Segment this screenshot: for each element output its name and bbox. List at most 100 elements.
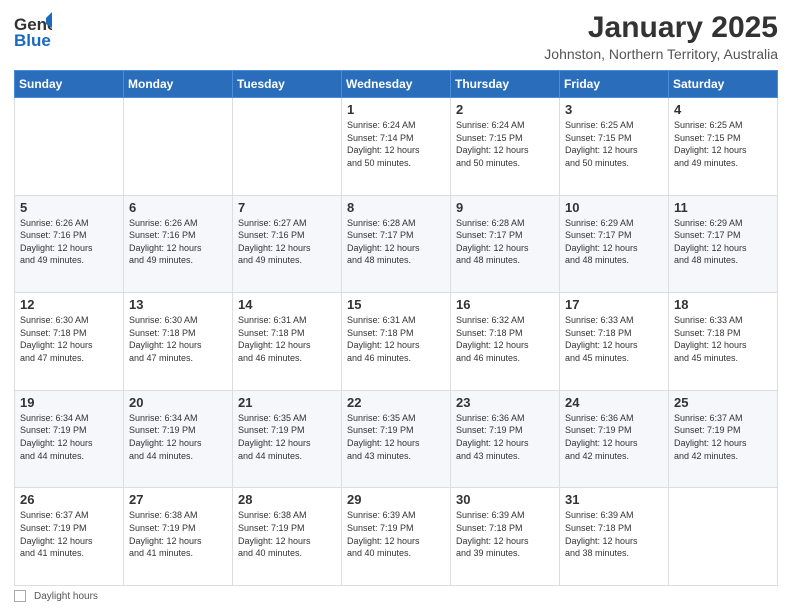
- calendar-cell: [15, 98, 124, 196]
- calendar-cell: 13 Sunrise: 6:30 AM Sunset: 7:18 PM Dayli…: [124, 293, 233, 391]
- calendar-cell: 8 Sunrise: 6:28 AM Sunset: 7:17 PM Daylig…: [342, 195, 451, 293]
- day-number: 5: [20, 200, 118, 215]
- calendar-cell: 25 Sunrise: 6:37 AM Sunset: 7:19 PM Dayli…: [669, 390, 778, 488]
- location-subtitle: Johnston, Northern Territory, Australia: [544, 46, 778, 62]
- day-info: Sunrise: 6:38 AM Sunset: 7:19 PM Dayligh…: [238, 509, 336, 559]
- weekday-header-monday: Monday: [124, 71, 233, 98]
- calendar-cell: 20 Sunrise: 6:34 AM Sunset: 7:19 PM Dayli…: [124, 390, 233, 488]
- calendar-cell: 2Sunrise: 6:24 AM Sunset: 7:15 PM Daylig…: [451, 98, 560, 196]
- page: General Blue January 2025 Johnston, Nort…: [0, 0, 792, 612]
- day-info: Sunrise: 6:28 AM Sunset: 7:17 PM Dayligh…: [456, 217, 554, 267]
- calendar-cell: 29Sunrise: 6:39 AM Sunset: 7:19 PM Dayli…: [342, 488, 451, 586]
- calendar-week-5: 26Sunrise: 6:37 AM Sunset: 7:19 PM Dayli…: [15, 488, 778, 586]
- day-number: 25: [674, 395, 772, 410]
- day-info: Sunrise: 6:31 AM Sunset: 7:18 PM Dayligh…: [347, 314, 445, 364]
- weekday-header-tuesday: Tuesday: [233, 71, 342, 98]
- day-info: Sunrise: 6:35 AM Sunset: 7:19 PM Dayligh…: [238, 412, 336, 462]
- calendar-cell: [233, 98, 342, 196]
- calendar-cell: 28 Sunrise: 6:38 AM Sunset: 7:19 PM Dayli…: [233, 488, 342, 586]
- calendar-cell: 7 Sunrise: 6:27 AM Sunset: 7:16 PM Daylig…: [233, 195, 342, 293]
- day-info: Sunrise: 6:34 AM Sunset: 7:19 PM Dayligh…: [129, 412, 227, 462]
- calendar-cell: 19Sunrise: 6:34 AM Sunset: 7:19 PM Dayli…: [15, 390, 124, 488]
- day-info: Sunrise: 6:24 AM Sunset: 7:14 PM Dayligh…: [347, 119, 445, 169]
- day-number: 15: [347, 297, 445, 312]
- day-info: Sunrise: 6:30 AM Sunset: 7:18 PM Dayligh…: [129, 314, 227, 364]
- day-number: 7: [238, 200, 336, 215]
- day-number: 14: [238, 297, 336, 312]
- day-info: Sunrise: 6:30 AM Sunset: 7:18 PM Dayligh…: [20, 314, 118, 364]
- calendar-week-3: 12 Sunrise: 6:30 AM Sunset: 7:18 PM Dayli…: [15, 293, 778, 391]
- day-number: 23: [456, 395, 554, 410]
- day-number: 3: [565, 102, 663, 117]
- weekday-header-saturday: Saturday: [669, 71, 778, 98]
- calendar-cell: 23 Sunrise: 6:36 AM Sunset: 7:19 PM Dayli…: [451, 390, 560, 488]
- day-info: Sunrise: 6:38 AM Sunset: 7:19 PM Dayligh…: [129, 509, 227, 559]
- day-info: Sunrise: 6:29 AM Sunset: 7:17 PM Dayligh…: [565, 217, 663, 267]
- calendar-cell: 27 Sunrise: 6:38 AM Sunset: 7:19 PM Dayli…: [124, 488, 233, 586]
- day-info: Sunrise: 6:34 AM Sunset: 7:19 PM Dayligh…: [20, 412, 118, 462]
- calendar-cell: 14 Sunrise: 6:31 AM Sunset: 7:18 PM Dayli…: [233, 293, 342, 391]
- day-number: 20: [129, 395, 227, 410]
- title-area: January 2025 Johnston, Northern Territor…: [544, 10, 778, 62]
- day-info: Sunrise: 6:35 AM Sunset: 7:19 PM Dayligh…: [347, 412, 445, 462]
- calendar-cell: 1 Sunrise: 6:24 AM Sunset: 7:14 PM Daylig…: [342, 98, 451, 196]
- calendar-cell: 5 Sunrise: 6:26 AM Sunset: 7:16 PM Daylig…: [15, 195, 124, 293]
- calendar-cell: 21 Sunrise: 6:35 AM Sunset: 7:19 PM Dayli…: [233, 390, 342, 488]
- calendar-cell: 26Sunrise: 6:37 AM Sunset: 7:19 PM Dayli…: [15, 488, 124, 586]
- day-info: Sunrise: 6:29 AM Sunset: 7:17 PM Dayligh…: [674, 217, 772, 267]
- day-info: Sunrise: 6:36 AM Sunset: 7:19 PM Dayligh…: [456, 412, 554, 462]
- calendar-cell: 6Sunrise: 6:26 AM Sunset: 7:16 PM Daylig…: [124, 195, 233, 293]
- weekday-header-wednesday: Wednesday: [342, 71, 451, 98]
- day-number: 13: [129, 297, 227, 312]
- calendar-cell: 16Sunrise: 6:32 AM Sunset: 7:18 PM Dayli…: [451, 293, 560, 391]
- logo: General Blue: [14, 10, 52, 59]
- calendar-cell: 3 Sunrise: 6:25 AM Sunset: 7:15 PM Daylig…: [560, 98, 669, 196]
- day-info: Sunrise: 6:27 AM Sunset: 7:16 PM Dayligh…: [238, 217, 336, 267]
- calendar-cell: 31Sunrise: 6:39 AM Sunset: 7:18 PM Dayli…: [560, 488, 669, 586]
- day-number: 9: [456, 200, 554, 215]
- day-number: 4: [674, 102, 772, 117]
- day-number: 6: [129, 200, 227, 215]
- day-info: Sunrise: 6:28 AM Sunset: 7:17 PM Dayligh…: [347, 217, 445, 267]
- day-number: 26: [20, 492, 118, 507]
- weekday-header-friday: Friday: [560, 71, 669, 98]
- calendar-table: SundayMondayTuesdayWednesdayThursdayFrid…: [14, 70, 778, 586]
- day-number: 21: [238, 395, 336, 410]
- footer: Daylight hours: [14, 590, 778, 602]
- daylight-box-icon: [14, 590, 26, 602]
- day-number: 24: [565, 395, 663, 410]
- day-number: 18: [674, 297, 772, 312]
- day-info: Sunrise: 6:39 AM Sunset: 7:18 PM Dayligh…: [456, 509, 554, 559]
- weekday-header-row: SundayMondayTuesdayWednesdayThursdayFrid…: [15, 71, 778, 98]
- day-number: 28: [238, 492, 336, 507]
- day-number: 30: [456, 492, 554, 507]
- day-number: 16: [456, 297, 554, 312]
- day-number: 8: [347, 200, 445, 215]
- day-number: 12: [20, 297, 118, 312]
- day-info: Sunrise: 6:25 AM Sunset: 7:15 PM Dayligh…: [565, 119, 663, 169]
- calendar-cell: 9 Sunrise: 6:28 AM Sunset: 7:17 PM Daylig…: [451, 195, 560, 293]
- day-info: Sunrise: 6:37 AM Sunset: 7:19 PM Dayligh…: [674, 412, 772, 462]
- calendar-week-1: 1 Sunrise: 6:24 AM Sunset: 7:14 PM Daylig…: [15, 98, 778, 196]
- day-info: Sunrise: 6:25 AM Sunset: 7:15 PM Dayligh…: [674, 119, 772, 169]
- day-info: Sunrise: 6:26 AM Sunset: 7:16 PM Dayligh…: [20, 217, 118, 267]
- day-number: 31: [565, 492, 663, 507]
- day-number: 27: [129, 492, 227, 507]
- header: General Blue January 2025 Johnston, Nort…: [14, 10, 778, 62]
- day-number: 1: [347, 102, 445, 117]
- weekday-header-thursday: Thursday: [451, 71, 560, 98]
- day-info: Sunrise: 6:36 AM Sunset: 7:19 PM Dayligh…: [565, 412, 663, 462]
- calendar-cell: 30 Sunrise: 6:39 AM Sunset: 7:18 PM Dayli…: [451, 488, 560, 586]
- daylight-label: Daylight hours: [34, 591, 98, 602]
- day-info: Sunrise: 6:31 AM Sunset: 7:18 PM Dayligh…: [238, 314, 336, 364]
- calendar-cell: [669, 488, 778, 586]
- day-number: 17: [565, 297, 663, 312]
- calendar-cell: 11 Sunrise: 6:29 AM Sunset: 7:17 PM Dayli…: [669, 195, 778, 293]
- day-number: 2: [456, 102, 554, 117]
- calendar-cell: 24 Sunrise: 6:36 AM Sunset: 7:19 PM Dayli…: [560, 390, 669, 488]
- calendar-cell: 4 Sunrise: 6:25 AM Sunset: 7:15 PM Daylig…: [669, 98, 778, 196]
- calendar-cell: 17Sunrise: 6:33 AM Sunset: 7:18 PM Dayli…: [560, 293, 669, 391]
- svg-text:Blue: Blue: [14, 31, 51, 50]
- day-number: 11: [674, 200, 772, 215]
- weekday-header-sunday: Sunday: [15, 71, 124, 98]
